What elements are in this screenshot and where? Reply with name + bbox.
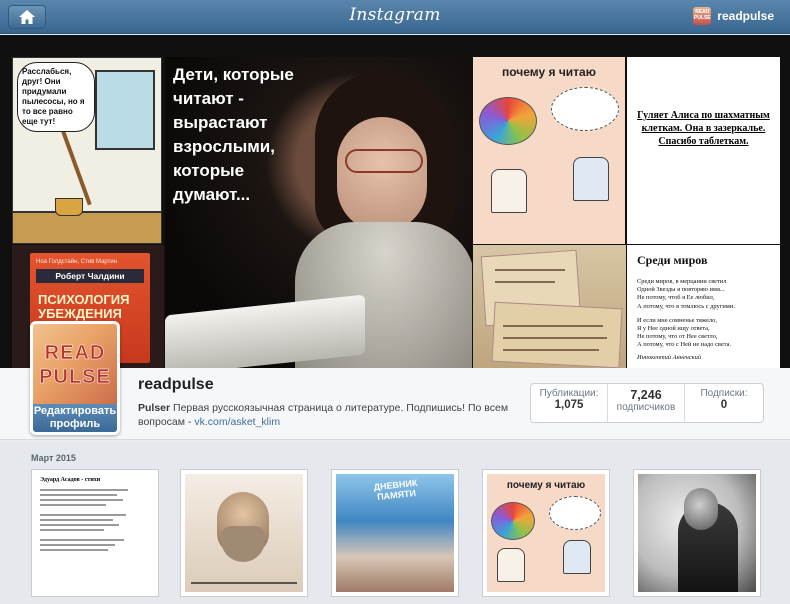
book-author: Роберт Чалдини: [36, 269, 144, 283]
feed-thumbnail[interactable]: Эдуард Асадов - стихи: [31, 469, 159, 597]
why-read-title: почему я читаю: [502, 65, 596, 79]
profile-header: READ PULSE Редактировать профиль readpul…: [0, 321, 790, 440]
poem-line: Не потому, что от Нее светло,: [637, 333, 718, 341]
logo-word: READ: [44, 342, 106, 365]
profile-bio: Pulser Первая русскоязычная страница о л…: [138, 401, 518, 429]
poem-line: А потому, что с Ней не надо света.: [637, 341, 732, 349]
poster-title: ДНЕВНИК ПАМЯТИ: [373, 477, 418, 502]
reader-figure: [497, 548, 525, 582]
poem-line: Не потому, чтоб я Ее любил,: [637, 294, 715, 302]
stat-followers[interactable]: 7,246 подписчиков: [608, 384, 685, 422]
why-read-image: почему я читаю: [487, 474, 605, 592]
handwriting-line: [503, 337, 607, 339]
poem-line: А потому, что я томлюсь с другими.: [637, 302, 735, 310]
photo-quote: Дети, которые читают - вырастают взрослы…: [173, 65, 294, 204]
cover-tile-poem: Среди миров Среди миров, в мерцании свет…: [627, 245, 780, 368]
top-bar: Instagram READ PULSE readpulse: [0, 0, 790, 34]
brain-illustration: [479, 97, 537, 145]
user-avatar-icon: READ PULSE: [693, 7, 712, 25]
stat-value: 0: [720, 399, 728, 411]
portrait-beard: [221, 526, 265, 562]
stat-posts[interactable]: Публикации: 1,075: [531, 384, 608, 422]
feed-thumbnail[interactable]: ДНЕВНИК ПАМЯТИ: [331, 469, 459, 597]
handwriting-line: [503, 349, 599, 351]
stat-following[interactable]: Подписки: 0: [685, 384, 763, 422]
poem-title: Среди миров: [637, 253, 708, 267]
poem-line: Я у Нее одной ищу ответа,: [637, 325, 710, 333]
handwriting-line: [495, 269, 565, 271]
girl-glasses: [345, 149, 423, 173]
poem-line: Одной Звезды я повторяю имя...: [637, 286, 725, 294]
stat-label: подписчиков: [616, 402, 676, 413]
thumb-title: Эдуард Асадов - стихи: [40, 477, 101, 483]
cover-collage: Расслабься, друг! Они придумали пылесосы…: [0, 35, 790, 368]
comic-broom-head: [55, 198, 83, 216]
portrait-caption-line: [191, 582, 297, 584]
open-book: [165, 294, 365, 368]
portrait-image: [185, 474, 303, 592]
cover-tile-comic: Расслабься, друг! Они придумали пылесосы…: [12, 57, 162, 244]
home-icon: [19, 10, 35, 24]
movie-poster-image: ДНЕВНИК ПАМЯТИ: [336, 474, 454, 592]
poem-line: Среди миров, в мерцании светил: [637, 278, 727, 285]
comic-screen: [95, 70, 155, 150]
feed-thumbnail[interactable]: [180, 469, 308, 597]
cover-tile-letter: [473, 245, 626, 368]
profile-avatar[interactable]: READ PULSE Редактировать профиль: [30, 321, 120, 435]
bw-portrait-image: [638, 474, 756, 592]
letter-sheet: [491, 301, 623, 368]
cover-tile-alice: Гуляет Алиса по шахматным клеткам. Она в…: [627, 57, 780, 244]
portrait-head: [684, 488, 718, 530]
bio-link[interactable]: vk.com/asket_klim: [194, 416, 280, 428]
month-header: Март 2015: [31, 453, 76, 463]
stat-label: Подписки:: [700, 388, 748, 399]
reader-figure: [573, 157, 609, 201]
logo-word: PULSE: [39, 366, 111, 389]
poem-author: Иннокентий Анненский: [637, 353, 702, 361]
reader-figure: [491, 169, 527, 213]
feed-thumbnail[interactable]: почему я читаю: [482, 469, 610, 597]
poem-image: Эдуард Асадов - стихи: [36, 474, 154, 592]
comic-speech-bubble: Расслабься, друг! Они придумали пылесосы…: [17, 62, 95, 132]
thumb-title: почему я читаю: [506, 480, 586, 491]
photo-feed: Март 2015 Эдуард Асадов - стихи ДНЕВНИК …: [0, 441, 790, 604]
bio-name: Pulser: [138, 402, 171, 414]
comic-desk: [13, 211, 161, 243]
home-button[interactable]: [8, 5, 46, 29]
cover-tile-reading-girl: Дети, которые читают - вырастают взрослы…: [165, 57, 472, 368]
handwriting-line: [495, 281, 555, 283]
edit-profile-button[interactable]: Редактировать профиль: [33, 404, 117, 432]
reader-figure: [563, 540, 591, 574]
cover-tile-why-i-read: почему я читаю: [473, 57, 625, 244]
poem-line: И если мне сомненье тяжело,: [637, 316, 717, 324]
instagram-logo: Instagram: [349, 5, 441, 25]
thought-bubble: [551, 87, 619, 131]
handwriting-line: [503, 325, 603, 327]
feed-thumbnail[interactable]: [633, 469, 761, 597]
profile-stats: Публикации: 1,075 7,246 подписчиков Подп…: [530, 383, 764, 423]
stat-value: 1,075: [554, 399, 584, 411]
user-menu[interactable]: READ PULSE readpulse: [693, 7, 774, 25]
alice-quote: Гуляет Алиса по шахматным клеткам. Она в…: [637, 110, 770, 147]
book-title: ПСИХОЛОГИЯ УБЕЖДЕНИЯ: [38, 292, 130, 321]
user-menu-label: readpulse: [717, 9, 774, 23]
girl-face: [337, 117, 427, 232]
brain-illustration: [491, 502, 535, 540]
book-authors: Ноа Голдстайн, Стив Мартин: [36, 259, 118, 265]
thought-bubble: [549, 496, 601, 530]
stat-label: Публикации:: [539, 388, 599, 399]
profile-username: readpulse: [138, 376, 214, 393]
readpulse-logo: READ PULSE: [33, 324, 117, 404]
stat-value: 7,246: [630, 388, 662, 402]
